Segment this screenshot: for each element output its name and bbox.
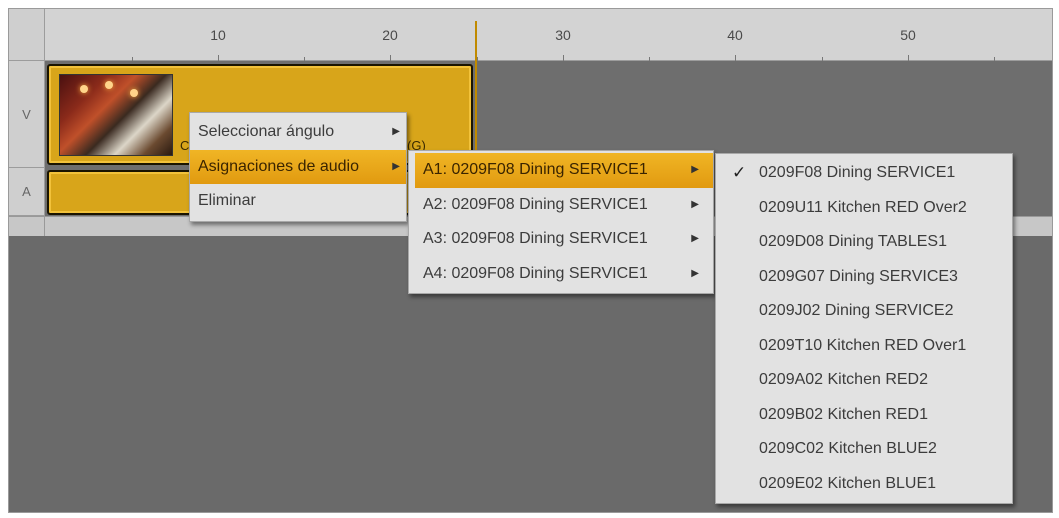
source-item[interactable]: 0209E02 Kitchen BLUE1 (716, 467, 1012, 502)
ruler-corner (9, 9, 45, 61)
menu-item-label: A3: 0209F08 Dining SERVICE1 (423, 230, 648, 247)
source-item[interactable]: 0209G07 Dining SERVICE3 (716, 260, 1012, 295)
menu-item-a2[interactable]: A2: 0209F08 Dining SERVICE1 ▶ (415, 188, 713, 223)
ruler-label: 20 (382, 27, 398, 43)
scrollbar-corner (9, 216, 45, 236)
ruler-label: 10 (210, 27, 226, 43)
source-item-label: 0209A02 Kitchen RED2 (759, 371, 928, 388)
video-track-header[interactable]: V (9, 61, 45, 168)
audio-track-header[interactable]: A (9, 168, 45, 216)
menu-item-label: Seleccionar ángulo (198, 123, 335, 140)
source-item[interactable]: 0209D08 Dining TABLES1 (716, 225, 1012, 260)
thumbnail-detail (105, 81, 113, 89)
source-item-label: 0209J02 Dining SERVICE2 (759, 302, 954, 319)
menu-item-label: Eliminar (198, 192, 256, 209)
source-item-label: 0209U11 Kitchen RED Over2 (759, 198, 967, 216)
timecode-ruler[interactable]: 10 20 30 40 50 (45, 9, 1052, 61)
source-item-label: 0209C02 Kitchen BLUE2 (759, 440, 937, 457)
audio-assignment-submenu: A1: 0209F08 Dining SERVICE1 ▶ A2: 0209F0… (408, 150, 714, 294)
source-item-label: 0209E02 Kitchen BLUE1 (759, 474, 937, 492)
menu-item-a3[interactable]: A3: 0209F08 Dining SERVICE1 ▶ (415, 222, 713, 257)
checkmark-icon: ✓ (732, 163, 747, 182)
submenu-arrow-icon: ▶ (691, 267, 699, 279)
source-item[interactable]: 0209T10 Kitchen RED Over1 (716, 329, 1012, 364)
source-item[interactable]: 0209U11 Kitchen RED Over2 (716, 191, 1012, 226)
menu-item-a1[interactable]: A1: 0209F08 Dining SERVICE1 ▶ (415, 153, 713, 188)
source-item-label: 0209B02 Kitchen RED1 (759, 405, 928, 423)
menu-item-a4[interactable]: A4: 0209F08 Dining SERVICE1 ▶ (415, 257, 713, 292)
menu-item-label: Asignaciones de audio (198, 157, 360, 175)
thumbnail-detail (130, 89, 138, 97)
source-item-label: 0209F08 Dining SERVICE1 (759, 164, 956, 181)
submenu-arrow-icon: ▶ (691, 164, 699, 175)
source-item[interactable]: 0209B02 Kitchen RED1 (716, 398, 1012, 433)
source-item[interactable]: ✓ 0209F08 Dining SERVICE1 (716, 156, 1012, 191)
audio-source-submenu: ✓ 0209F08 Dining SERVICE1 0209U11 Kitche… (715, 153, 1013, 504)
source-item-label: 0209D08 Dining TABLES1 (759, 233, 947, 250)
ruler-label: 50 (900, 27, 916, 43)
source-item-label: 0209G07 Dining SERVICE3 (759, 267, 958, 285)
source-item[interactable]: 0209J02 Dining SERVICE2 (716, 294, 1012, 329)
menu-item-audio-assignments[interactable]: Asignaciones de audio ▶ (190, 149, 406, 184)
menu-item-label: A4: 0209F08 Dining SERVICE1 (423, 264, 648, 282)
menu-item-delete[interactable]: Eliminar (190, 184, 406, 219)
submenu-arrow-icon: ▶ (392, 160, 400, 172)
menu-item-label: A2: 0209F08 Dining SERVICE1 (423, 195, 648, 213)
clip-context-menu: Seleccionar ángulo ▶ Asignaciones de aud… (189, 112, 407, 222)
submenu-arrow-icon: ▶ (691, 233, 699, 244)
menu-item-label: A1: 0209F08 Dining SERVICE1 (423, 161, 648, 178)
source-item[interactable]: 0209A02 Kitchen RED2 (716, 363, 1012, 398)
menu-item-select-angle[interactable]: Seleccionar ángulo ▶ (190, 115, 406, 150)
thumbnail-detail (80, 85, 88, 93)
clip-thumbnail (59, 74, 173, 156)
submenu-arrow-icon: ▶ (392, 126, 400, 137)
source-item-label: 0209T10 Kitchen RED Over1 (759, 336, 967, 354)
source-item[interactable]: 0209C02 Kitchen BLUE2 (716, 432, 1012, 467)
ruler-label: 40 (727, 27, 743, 43)
submenu-arrow-icon: ▶ (691, 198, 699, 210)
ruler-label: 30 (555, 27, 571, 43)
clip-name-fragment: C (180, 138, 190, 153)
